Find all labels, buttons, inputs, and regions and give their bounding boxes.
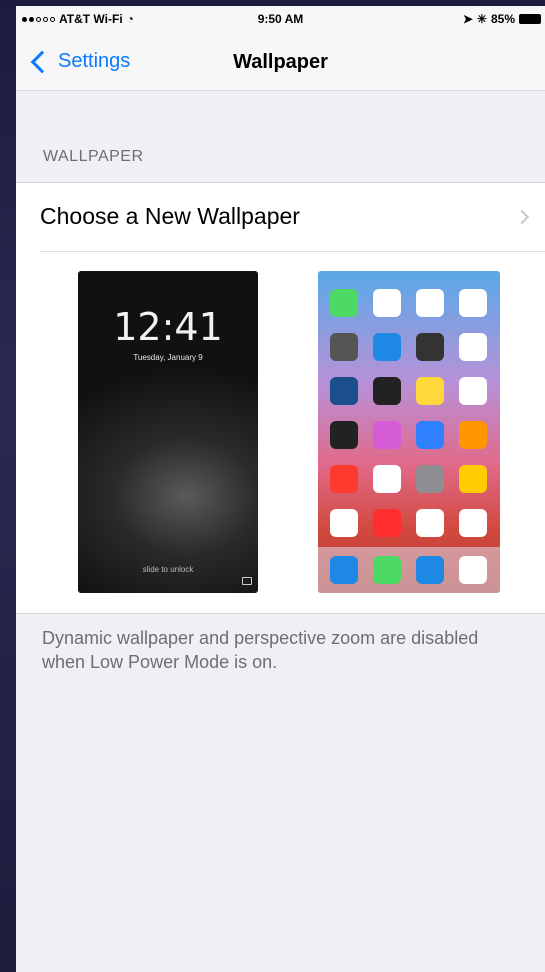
app-icon xyxy=(459,421,487,449)
app-icon xyxy=(416,465,444,493)
app-icon xyxy=(459,509,487,537)
app-icon xyxy=(459,465,487,493)
slide-to-unlock: slide to unlock xyxy=(142,565,194,574)
app-icon xyxy=(416,377,444,405)
app-icon xyxy=(459,333,487,361)
app-icon xyxy=(330,333,358,361)
app-icon xyxy=(330,465,358,493)
lock-screen-preview[interactable]: 12:41 Tuesday, January 9 slide to unlock xyxy=(78,271,258,593)
status-right: ➤ ✳ 85% xyxy=(463,12,541,26)
lock-time: 12:41 xyxy=(113,305,223,349)
section-header: WALLPAPER xyxy=(43,148,144,165)
app-icon xyxy=(330,377,358,405)
page-title: Wallpaper xyxy=(233,51,328,73)
wallpaper-group: Choose a New Wallpaper 12:41 Tuesday, Ja… xyxy=(16,182,545,614)
dock-app-icon xyxy=(459,556,487,584)
app-icon xyxy=(459,289,487,317)
divider xyxy=(40,251,545,252)
row-label: Choose a New Wallpaper xyxy=(40,203,300,229)
app-icon xyxy=(416,509,444,537)
status-bar: AT&T Wi-Fi ◔ 9:50 AM ➤ ✳ 85% xyxy=(16,6,545,32)
app-icon-grid xyxy=(330,289,488,537)
app-icon xyxy=(459,377,487,405)
home-screen-preview[interactable] xyxy=(318,271,500,593)
chevron-right-icon xyxy=(514,209,530,225)
dock-app-icon xyxy=(416,556,444,584)
low-power-note: Dynamic wallpaper and perspective zoom a… xyxy=(42,628,479,672)
location-icon: ➤ xyxy=(462,12,473,26)
app-icon xyxy=(330,421,358,449)
app-icon xyxy=(330,509,358,537)
battery-percent: 85% xyxy=(490,12,515,26)
app-icon xyxy=(416,333,444,361)
dock-icons xyxy=(330,556,487,584)
app-icon xyxy=(373,465,401,493)
camera-icon xyxy=(242,577,252,585)
app-icon xyxy=(373,289,401,317)
app-icon xyxy=(373,377,401,405)
app-icon xyxy=(416,421,444,449)
app-icon xyxy=(373,509,401,537)
battery-icon xyxy=(519,14,541,24)
dock-app-icon xyxy=(330,556,358,584)
choose-wallpaper-row[interactable]: Choose a New Wallpaper xyxy=(16,183,545,251)
app-icon xyxy=(416,289,444,317)
dock xyxy=(318,547,500,593)
phone-screen: AT&T Wi-Fi ◔ 9:50 AM ➤ ✳ 85% Settings Wa… xyxy=(16,6,545,972)
navigation-bar: Settings Wallpaper xyxy=(16,32,545,91)
lock-date: Tuesday, January 9 xyxy=(133,353,203,362)
dock-app-icon xyxy=(373,556,401,584)
bluetooth-icon: ✳ xyxy=(476,12,487,26)
app-icon xyxy=(373,421,401,449)
app-icon xyxy=(373,333,401,361)
app-icon xyxy=(330,289,358,317)
